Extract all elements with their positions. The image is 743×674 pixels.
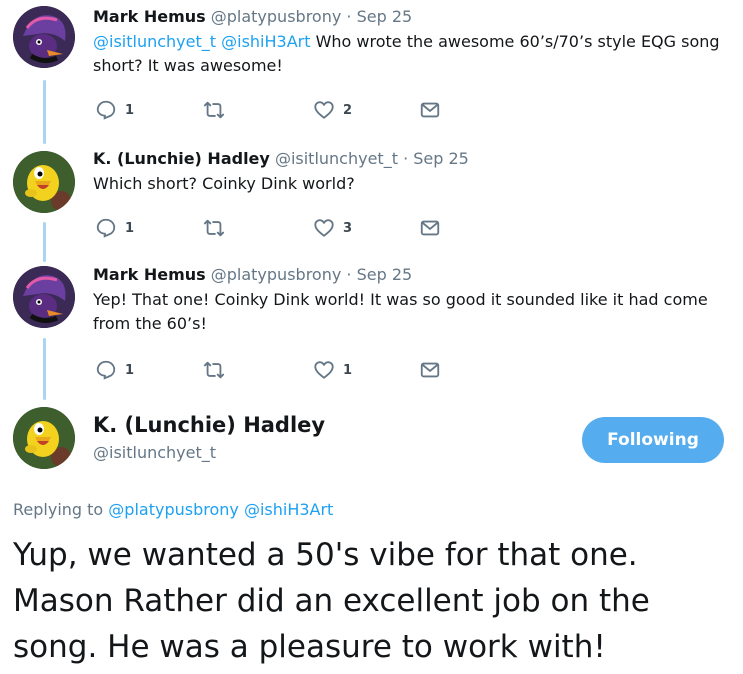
retweet-button[interactable]	[203, 98, 225, 122]
reply-button[interactable]: 1	[95, 98, 134, 122]
like-count: 1	[343, 362, 353, 378]
tweet-text: Which short? Coinky Dink world?	[93, 172, 738, 196]
tweet-header: Mark Hemus @platypusbrony · Sep 25	[93, 6, 412, 28]
tweet-date[interactable]: Sep 25	[357, 265, 413, 284]
tweet-header: K. (Lunchie) Hadley @isitlunchyet_t · Se…	[93, 148, 469, 170]
replying-prefix: Replying to	[13, 500, 104, 519]
retweet-icon	[203, 101, 225, 119]
dm-button[interactable]	[419, 98, 441, 122]
like-button[interactable]: 3	[313, 216, 352, 240]
dm-button[interactable]	[419, 216, 441, 240]
separator: ·	[403, 149, 409, 168]
tweet-date[interactable]: Sep 25	[413, 149, 469, 168]
avatar-image	[13, 6, 75, 68]
avatar-lunchie-hadley[interactable]	[13, 407, 75, 469]
author-name[interactable]: K. (Lunchie) Hadley	[93, 149, 270, 168]
heart-icon	[314, 219, 334, 237]
following-button[interactable]: Following	[582, 417, 724, 463]
thread-line-3	[43, 338, 46, 400]
mention-link[interactable]: @ishiH3Art	[221, 32, 310, 51]
tweet-text: Yep! That one! Coinky Dink world! It was…	[93, 288, 738, 336]
like-button[interactable]: 2	[313, 98, 352, 122]
author-handle[interactable]: @platypusbrony	[211, 265, 342, 284]
tweet-actions: 1 1	[93, 358, 453, 382]
retweet-button[interactable]	[203, 216, 225, 240]
tweet-actions: 1 3	[93, 216, 453, 240]
reply-icon	[96, 218, 116, 238]
tweet-header: Mark Hemus @platypusbrony · Sep 25	[93, 264, 412, 286]
retweet-button[interactable]	[203, 358, 225, 382]
reply-count: 1	[125, 362, 135, 378]
heart-icon	[314, 101, 334, 119]
reply-count: 1	[125, 102, 135, 118]
like-button[interactable]: 1	[313, 358, 352, 382]
avatar-mark-hemus[interactable]	[13, 266, 75, 328]
tweet-date[interactable]: Sep 25	[357, 7, 413, 26]
author-name[interactable]: Mark Hemus	[93, 7, 206, 26]
thread-line-1	[43, 80, 46, 144]
replying-to: Replying to @platypusbrony @ishiH3Art	[13, 498, 333, 522]
focus-tweet-text: Yup, we wanted a 50's vibe for that one.…	[13, 537, 650, 665]
avatar-image	[13, 266, 75, 328]
envelope-icon	[420, 102, 440, 118]
tweet-text: @isitlunchyet_t @ishiH3Art Who wrote the…	[93, 30, 738, 78]
mention-link[interactable]: @ishiH3Art	[244, 500, 333, 519]
thread-line-2	[43, 222, 46, 262]
separator: ·	[346, 265, 352, 284]
reply-icon	[96, 360, 116, 380]
mention-link[interactable]: @platypusbrony	[108, 500, 239, 519]
retweet-icon	[203, 219, 225, 237]
reply-icon	[96, 100, 116, 120]
tweet-actions: 1 2	[93, 98, 453, 122]
like-count: 2	[343, 102, 353, 118]
dm-button[interactable]	[419, 358, 441, 382]
focus-author-name[interactable]: K. (Lunchie) Hadley	[93, 410, 325, 440]
reply-button[interactable]: 1	[95, 216, 134, 240]
avatar-image	[13, 151, 75, 213]
avatar-image	[13, 407, 75, 469]
envelope-icon	[420, 362, 440, 378]
separator: ·	[346, 7, 352, 26]
avatar-lunchie-hadley[interactable]	[13, 151, 75, 213]
retweet-icon	[203, 361, 225, 379]
mention-link[interactable]: @isitlunchyet_t	[93, 32, 216, 51]
author-name[interactable]: Mark Hemus	[93, 265, 206, 284]
envelope-icon	[420, 220, 440, 236]
like-count: 3	[343, 220, 353, 236]
tweet-body: Yep! That one! Coinky Dink world! It was…	[93, 290, 708, 333]
reply-button[interactable]: 1	[95, 358, 134, 382]
tweet-body: Which short? Coinky Dink world?	[93, 174, 355, 193]
author-handle[interactable]: @isitlunchyet_t	[275, 149, 398, 168]
heart-icon	[314, 361, 334, 379]
focus-author-handle[interactable]: @isitlunchyet_t	[93, 442, 216, 464]
avatar-mark-hemus[interactable]	[13, 6, 75, 68]
reply-count: 1	[125, 220, 135, 236]
author-handle[interactable]: @platypusbrony	[211, 7, 342, 26]
